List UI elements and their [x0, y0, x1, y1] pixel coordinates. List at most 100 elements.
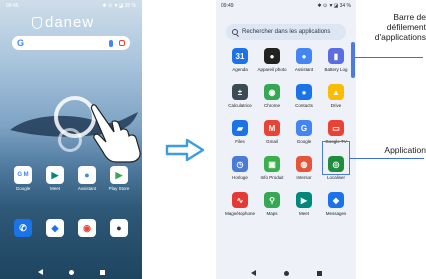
app-label: Drive — [330, 103, 342, 108]
app-item[interactable]: ∿ Magnétophone — [224, 192, 256, 228]
screenshot-canvas: 09:46 ✱ ⊙ ▼◪ 35 % danew G G M Google ▶ M… — [0, 0, 426, 279]
status-bar: 09:49 ✱ ⊙ ▼◪ 34 % — [221, 3, 351, 11]
app-item[interactable]: ◷ Horloge — [224, 156, 256, 192]
app-item[interactable]: ± Calculatrice — [224, 84, 256, 120]
app-label: Intersor — [296, 175, 312, 180]
danew-logo-icon — [32, 16, 42, 29]
tap-ring-inner — [58, 128, 82, 152]
dock-phone[interactable]: ✆ — [10, 219, 36, 237]
home-app-label: Play Store — [108, 186, 130, 191]
home-app-play-store[interactable]: ▶ Play Store — [106, 166, 132, 191]
app-label: Info Produit — [260, 175, 284, 180]
app-item[interactable]: ● Assistant — [288, 48, 320, 84]
assistant-icon: ● — [78, 166, 96, 184]
status-icons: ✱ ⊙ ▼◪ 34 % — [317, 3, 351, 9]
app-item[interactable]: 31 Agenda — [224, 48, 256, 84]
recorder-icon: ∿ — [232, 192, 248, 208]
app-label: Google — [296, 139, 312, 144]
app-item[interactable]: G Google — [288, 120, 320, 156]
search-placeholder: Rechercher dans les applications — [242, 29, 331, 35]
application-highlight — [322, 141, 350, 175]
lens-icon[interactable] — [119, 39, 125, 46]
app-item[interactable]: ● Contacts — [288, 84, 320, 120]
app-label: Meet — [298, 211, 309, 216]
meet-icon: ▶ — [296, 192, 312, 208]
chrome-icon: ◉ — [78, 219, 96, 237]
home-app-label: Meet — [49, 186, 60, 191]
dock-messages[interactable]: ◆ — [42, 219, 68, 237]
nav-bar — [216, 267, 356, 279]
home-icon[interactable] — [68, 269, 74, 275]
google-g-icon: G — [17, 38, 25, 48]
app-item[interactable]: ⚲ Maps — [256, 192, 288, 228]
back-icon[interactable] — [250, 270, 256, 276]
app-item[interactable]: ◍ Intersor — [288, 156, 320, 192]
application-callout-line — [350, 158, 424, 159]
clock-icon: ◷ — [232, 156, 248, 172]
assistant-icon: ● — [296, 48, 312, 64]
app-label: Horloge — [232, 175, 248, 180]
app-label: Files — [235, 139, 245, 144]
google-tv-icon: ▭ — [328, 120, 344, 136]
status-time: 09:49 — [221, 3, 234, 9]
app-scrollbar[interactable] — [351, 42, 355, 78]
app-label: Chrome — [263, 103, 280, 108]
dock-chrome[interactable]: ◉ — [74, 219, 100, 237]
chrome-icon: ◉ — [264, 84, 280, 100]
home-app-assistant[interactable]: ● Assistant — [74, 166, 100, 191]
dock-camera[interactable]: ● — [106, 219, 132, 237]
app-label: Battery Log — [324, 67, 348, 72]
recents-icon[interactable] — [99, 269, 105, 275]
transition-arrow-icon — [165, 138, 205, 162]
app-item[interactable]: ▮ Battery Log — [320, 48, 352, 84]
app-label: Messages — [325, 211, 347, 216]
home-app-meet[interactable]: ▶ Meet — [42, 166, 68, 191]
application-callout: Application — [384, 145, 426, 155]
app-item[interactable]: ▰ Files — [224, 120, 256, 156]
app-item[interactable]: ▣ Info Produit — [256, 156, 288, 192]
status-time: 09:46 — [6, 3, 19, 9]
app-label: Contacts — [295, 103, 313, 108]
contacts-icon: ● — [296, 84, 312, 100]
product-info-icon: ▣ — [264, 156, 280, 172]
calculator-icon: ± — [232, 84, 248, 100]
status-icons: ✱ ⊙ ▼◪ 35 % — [102, 3, 136, 9]
google-search-bar[interactable]: G — [12, 36, 130, 50]
app-label: Maps — [266, 211, 278, 216]
app-label: Gmail — [266, 139, 278, 144]
app-item[interactable]: ◆ Messages — [320, 192, 352, 228]
back-icon[interactable] — [37, 269, 43, 275]
app-label: Magnétophone — [224, 211, 256, 216]
mic-icon[interactable] — [109, 39, 113, 47]
brand-logo: danew — [32, 14, 94, 31]
app-item[interactable]: ● Appareil photo — [256, 48, 288, 84]
intersor-icon: ◍ — [296, 156, 312, 172]
camera-icon: ● — [264, 48, 280, 64]
calendar-icon: 31 — [232, 48, 248, 64]
home-app-row: G M Google ▶ Meet ● Assistant ▶ Play Sto… — [10, 166, 132, 191]
home-screen: 09:46 ✱ ⊙ ▼◪ 35 % danew G G M Google ▶ M… — [0, 0, 142, 279]
google-folder-icon: G M — [14, 166, 32, 184]
app-label: Localiser — [326, 175, 345, 180]
brand-name: danew — [45, 14, 95, 31]
app-item[interactable]: ◉ Chrome — [256, 84, 288, 120]
home-app-label: Google — [15, 186, 31, 191]
app-label: Agenda — [232, 67, 248, 72]
meet-icon: ▶ — [46, 166, 64, 184]
home-app-google[interactable]: G M Google — [10, 166, 36, 191]
app-item[interactable]: ▲ Drive — [320, 84, 352, 120]
app-item[interactable]: ▶ Meet — [288, 192, 320, 228]
drive-icon: ▲ — [328, 84, 344, 100]
gmail-icon: M — [264, 120, 280, 136]
play-store-icon: ▶ — [110, 166, 128, 184]
app-drawer: 09:49 ✱ ⊙ ▼◪ 34 % Rechercher dans les ap… — [216, 0, 356, 279]
app-search-input[interactable]: Rechercher dans les applications — [226, 24, 346, 40]
maps-icon: ⚲ — [264, 192, 280, 208]
battery-log-icon: ▮ — [328, 48, 344, 64]
recents-icon[interactable] — [316, 270, 322, 276]
app-item[interactable]: M Gmail — [256, 120, 288, 156]
files-icon: ▰ — [232, 120, 248, 136]
app-label: Calculatrice — [228, 103, 252, 108]
google-icon: G — [296, 120, 312, 136]
home-icon[interactable] — [283, 270, 289, 276]
